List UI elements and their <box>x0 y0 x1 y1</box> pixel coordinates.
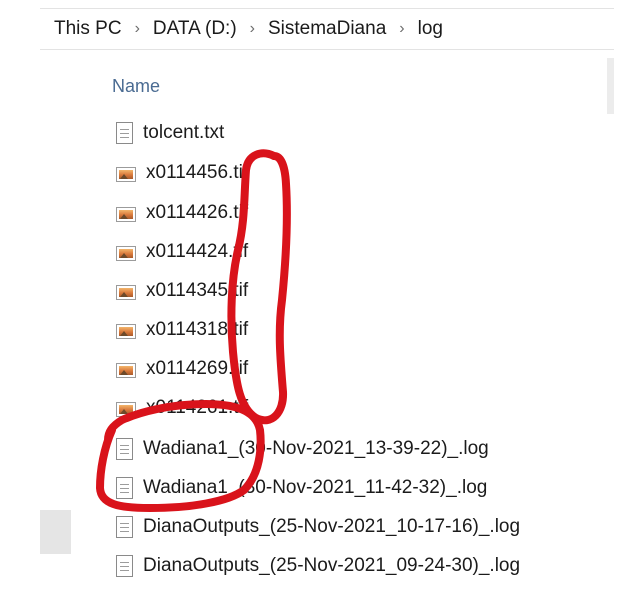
file-name: Wadiana1_(30-Nov-2021_13-39-22)_.log <box>143 438 489 459</box>
chevron-right-icon[interactable]: › <box>135 20 140 38</box>
file-row[interactable]: DianaOutputs_(25-Nov-2021_09-24-30)_.log <box>116 547 520 585</box>
file-row[interactable]: x0114261.tif <box>116 389 248 427</box>
file-name: x0114318.tif <box>146 319 249 340</box>
column-header-name[interactable]: Name <box>112 76 160 97</box>
log-file-icon <box>116 438 133 460</box>
image-file-icon <box>116 401 136 417</box>
breadcrumb-sistemadiana[interactable]: SistemaDiana <box>268 18 386 40</box>
breadcrumb-log[interactable]: log <box>418 18 443 40</box>
vertical-scrollbar[interactable] <box>607 58 614 114</box>
file-name: tolcent.txt <box>143 122 225 143</box>
file-row[interactable]: x0114426.tif <box>116 194 248 232</box>
image-file-icon <box>116 284 136 300</box>
file-name: x0114261.tif <box>146 397 249 418</box>
log-file-icon <box>116 477 133 499</box>
image-file-icon <box>116 166 136 182</box>
file-name: Wadiana1_(30-Nov-2021_11-42-32)_.log <box>143 477 488 498</box>
chevron-right-icon[interactable]: › <box>399 20 404 38</box>
file-name: x0114345.tif <box>146 280 249 301</box>
breadcrumb-data-drive[interactable]: DATA (D:) <box>153 18 237 40</box>
file-name: x0114424.tif <box>146 241 249 262</box>
log-file-icon <box>116 555 133 577</box>
breadcrumb: This PC › DATA (D:) › SistemaDiana › log <box>40 8 614 50</box>
file-row[interactable]: x0114456.tif <box>116 154 248 192</box>
file-row[interactable]: x0114269.tif <box>116 350 248 388</box>
file-name: x0114269.tif <box>146 358 249 379</box>
file-name: x0114456.tif <box>146 162 249 183</box>
file-name: DianaOutputs_(25-Nov-2021_10-17-16)_.log <box>143 516 521 537</box>
image-file-icon <box>116 362 136 378</box>
file-row[interactable]: DianaOutputs_(25-Nov-2021_10-17-16)_.log <box>116 508 520 546</box>
file-row[interactable]: x0114424.tif <box>116 233 248 271</box>
chevron-right-icon[interactable]: › <box>250 20 255 38</box>
text-file-icon <box>116 122 133 144</box>
log-file-icon <box>116 516 133 538</box>
file-row[interactable]: Wadiana1_(30-Nov-2021_13-39-22)_.log <box>116 430 489 468</box>
image-file-icon <box>116 323 136 339</box>
file-name: x0114426.tif <box>146 202 249 223</box>
file-name: DianaOutputs_(25-Nov-2021_09-24-30)_.log <box>143 555 521 576</box>
file-row[interactable]: x0114345.tif <box>116 272 248 310</box>
file-row[interactable]: x0114318.tif <box>116 311 248 349</box>
image-file-icon <box>116 245 136 261</box>
breadcrumb-this-pc[interactable]: This PC <box>54 18 122 40</box>
image-file-icon <box>116 206 136 222</box>
file-row[interactable]: Wadiana1_(30-Nov-2021_11-42-32)_.log <box>116 469 487 507</box>
nav-pane-selected-item[interactable] <box>40 510 71 554</box>
file-row[interactable]: tolcent.txt <box>116 114 224 152</box>
